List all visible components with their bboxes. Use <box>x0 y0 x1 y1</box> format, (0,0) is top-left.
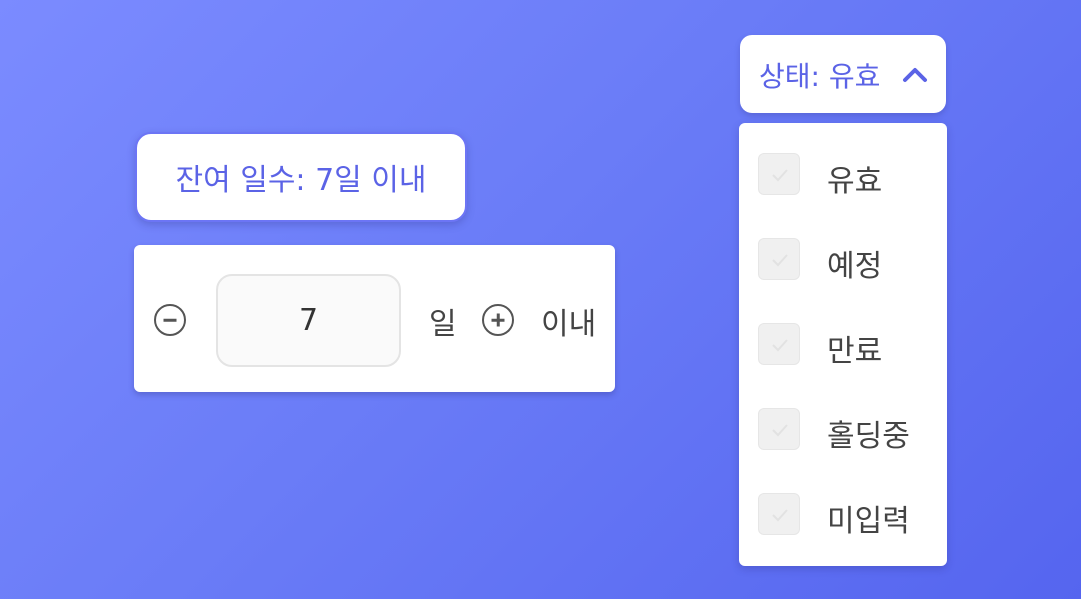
status-option-expired[interactable]: 만료 <box>739 314 947 374</box>
status-checkbox-not-entered[interactable] <box>758 493 800 535</box>
remaining-days-chip-label: 잔여 일수: 7일 이내 <box>175 163 427 198</box>
status-option-label: 유효 <box>827 164 883 199</box>
decrement-button[interactable] <box>154 304 186 336</box>
status-filter-label: 상태: 유효 <box>759 60 881 93</box>
status-option-label: 예정 <box>827 249 883 284</box>
check-icon <box>772 254 788 267</box>
days-stepper-panel: 일 이내 <box>134 245 615 392</box>
check-icon <box>772 339 788 352</box>
days-unit-label: 일 <box>429 307 457 342</box>
status-checkbox-valid[interactable] <box>758 153 800 195</box>
status-dropdown: 유효 예정 만료 홀딩중 미입력 <box>739 123 947 566</box>
status-option-not-entered[interactable]: 미입력 <box>739 484 947 544</box>
status-option-scheduled[interactable]: 예정 <box>739 229 947 289</box>
status-option-label: 만료 <box>827 334 883 369</box>
check-icon <box>772 169 788 182</box>
status-option-label: 홀딩중 <box>827 419 910 454</box>
chevron-up-icon <box>903 68 927 82</box>
status-option-valid[interactable]: 유효 <box>739 144 947 204</box>
status-option-holding[interactable]: 홀딩중 <box>739 399 947 459</box>
increment-button[interactable] <box>482 304 514 336</box>
status-checkbox-holding[interactable] <box>758 408 800 450</box>
status-checkbox-scheduled[interactable] <box>758 238 800 280</box>
remaining-days-chip[interactable]: 잔여 일수: 7일 이내 <box>135 132 467 222</box>
check-icon <box>772 424 788 437</box>
check-icon <box>772 509 788 522</box>
status-option-label: 미입력 <box>827 504 910 539</box>
status-checkbox-expired[interactable] <box>758 323 800 365</box>
within-label: 이내 <box>541 307 597 342</box>
status-filter-button[interactable]: 상태: 유효 <box>740 35 946 113</box>
days-input[interactable] <box>216 274 401 367</box>
